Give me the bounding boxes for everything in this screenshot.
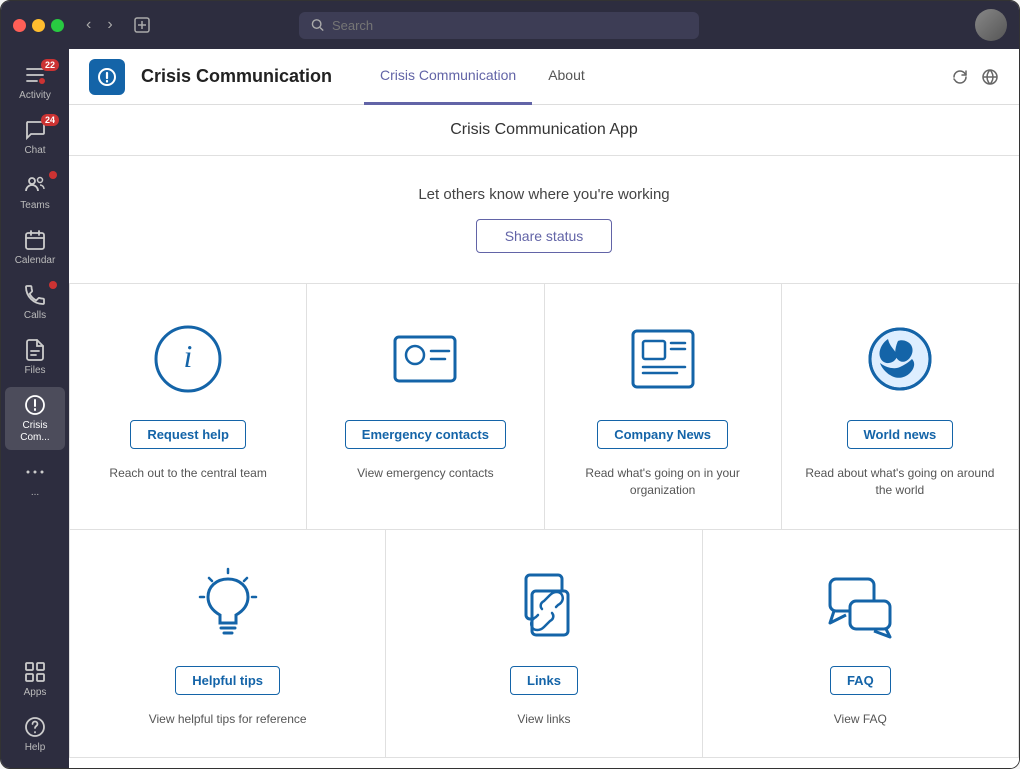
share-section: Let others know where you're working Sha… (69, 156, 1019, 284)
avatar (975, 9, 1007, 41)
sidebar-item-calendar-label: Calendar (15, 255, 56, 267)
helpful-tips-button[interactable]: Helpful tips (175, 666, 280, 695)
sidebar-item-help[interactable]: Help (5, 709, 65, 760)
sidebar-item-teams-label: Teams (20, 200, 49, 212)
main-content: Crisis Communication Crisis Communicatio… (69, 49, 1019, 768)
teams-badge (49, 171, 57, 179)
card-request-help: i Request help Reach out to the central … (70, 284, 307, 530)
globe-button[interactable] (981, 68, 999, 86)
faq-desc: View FAQ (834, 711, 887, 728)
sidebar-item-apps[interactable]: Apps (5, 654, 65, 705)
refresh-button[interactable] (951, 68, 969, 86)
sidebar-item-chat[interactable]: 24 Chat (5, 112, 65, 163)
faq-button[interactable]: FAQ (830, 666, 891, 695)
calendar-icon (23, 228, 47, 252)
card-emergency-contacts: Emergency contacts View emergency contac… (307, 284, 544, 530)
sidebar-item-activity-label: Activity (19, 90, 51, 102)
sidebar-item-chat-label: Chat (24, 145, 45, 157)
card-links: Links View links (386, 530, 702, 759)
more-icon (23, 460, 47, 484)
card-world-news: World news Read about what's going on ar… (782, 284, 1019, 530)
company-news-desc: Read what's going on in your organizatio… (565, 465, 761, 499)
sidebar-item-crisis[interactable]: Crisis Com... (5, 387, 65, 450)
help-icon (23, 715, 47, 739)
tab-crisis-communication[interactable]: Crisis Communication (364, 49, 532, 105)
card-helpful-tips: Helpful tips View helpful tips for refer… (70, 530, 386, 759)
sidebar-item-crisis-label: Crisis Com... (9, 420, 61, 444)
card-faq: FAQ View FAQ (703, 530, 1019, 759)
crisis-header-bar: Crisis Communication App (69, 105, 1019, 156)
share-prompt: Let others know where you're working (89, 186, 999, 203)
svg-text:i: i (184, 338, 193, 374)
faq-icon (820, 560, 900, 650)
titlebar: ‹ › (1, 1, 1019, 49)
header-actions (951, 68, 999, 86)
calls-badge (49, 281, 57, 289)
request-help-button[interactable]: Request help (130, 420, 246, 449)
forward-button[interactable]: › (101, 12, 118, 38)
compose-button[interactable] (127, 12, 157, 38)
search-icon (311, 18, 324, 32)
back-button[interactable]: ‹ (80, 12, 97, 38)
crisis-app-title: Crisis Communication App (85, 121, 1003, 139)
sidebar-item-more[interactable]: ... (5, 454, 65, 505)
teams-icon (23, 173, 47, 197)
cards-grid: i Request help Reach out to the central … (69, 284, 1019, 530)
sidebar-item-apps-label: Apps (24, 687, 47, 699)
files-icon (23, 338, 47, 362)
app-icon (89, 59, 125, 95)
helpful-tips-desc: View helpful tips for reference (149, 711, 307, 728)
tab-about[interactable]: About (532, 49, 601, 105)
sidebar-item-files[interactable]: Files (5, 332, 65, 383)
minimize-dot[interactable] (32, 19, 45, 32)
calls-icon (23, 283, 47, 307)
sidebar: 22 Activity 24 Chat Teams (1, 49, 69, 768)
sidebar-item-files-label: Files (24, 365, 45, 377)
nav-arrows: ‹ › (80, 12, 119, 38)
app-title: Crisis Communication (141, 66, 332, 87)
request-help-icon: i (148, 314, 228, 404)
card-company-news: Company News Read what's going on in you… (545, 284, 782, 530)
crisis-icon (23, 393, 47, 417)
sidebar-item-activity[interactable]: 22 Activity (5, 57, 65, 108)
apps-icon (23, 660, 47, 684)
world-news-icon (860, 314, 940, 404)
request-help-desc: Reach out to the central team (109, 465, 266, 482)
links-desc: View links (517, 711, 570, 728)
emergency-contacts-button[interactable]: Emergency contacts (345, 420, 506, 449)
crisis-content: Crisis Communication App Let others know… (69, 105, 1019, 768)
window-controls (13, 19, 64, 32)
company-news-button[interactable]: Company News (597, 420, 728, 449)
sidebar-item-calls[interactable]: Calls (5, 277, 65, 328)
activity-badge: 22 (41, 59, 59, 71)
search-bar[interactable] (299, 12, 699, 39)
app-header: Crisis Communication Crisis Communicatio… (69, 49, 1019, 105)
helpful-tips-icon (188, 560, 268, 650)
sidebar-item-calls-label: Calls (24, 310, 46, 322)
bottom-cards-grid: Helpful tips View helpful tips for refer… (69, 530, 1019, 759)
links-button[interactable]: Links (510, 666, 578, 695)
world-news-desc: Read about what's going on around the wo… (802, 465, 998, 499)
sidebar-item-more-label: ... (31, 487, 39, 499)
close-dot[interactable] (13, 19, 26, 32)
sidebar-item-help-label: Help (25, 742, 46, 754)
company-news-icon (623, 314, 703, 404)
emergency-contacts-icon (385, 314, 465, 404)
emergency-contacts-desc: View emergency contacts (357, 465, 494, 482)
world-news-button[interactable]: World news (847, 420, 954, 449)
sidebar-item-teams[interactable]: Teams (5, 167, 65, 218)
app-tabs: Crisis Communication About (364, 49, 601, 105)
maximize-dot[interactable] (51, 19, 64, 32)
sidebar-item-calendar[interactable]: Calendar (5, 222, 65, 273)
chat-badge: 24 (41, 114, 59, 126)
links-icon (504, 560, 584, 650)
share-status-button[interactable]: Share status (476, 219, 613, 253)
search-input[interactable] (332, 18, 687, 33)
